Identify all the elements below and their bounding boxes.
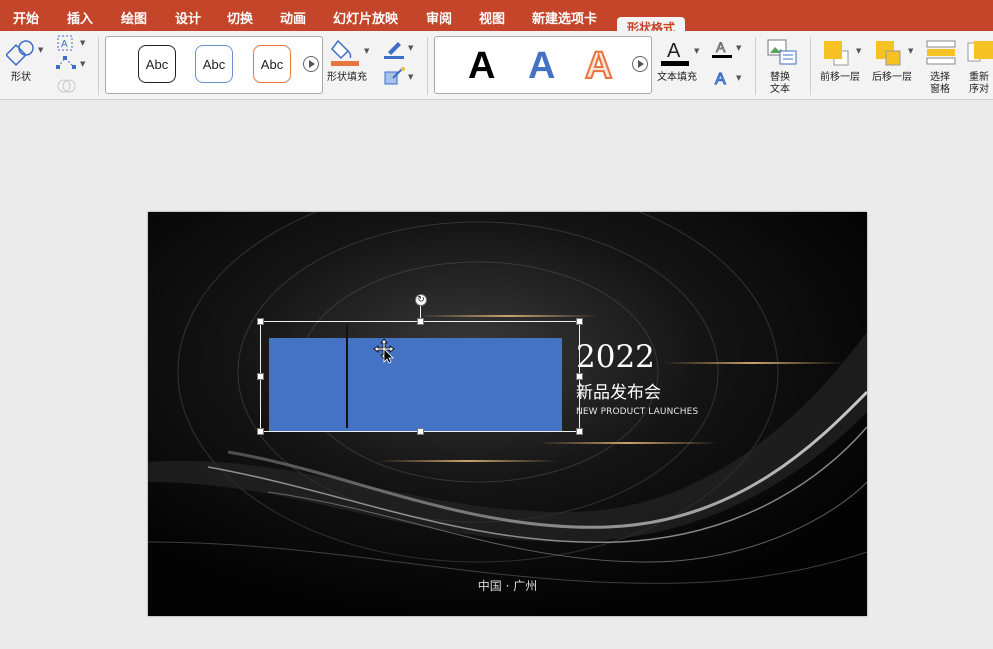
svg-text:A: A bbox=[667, 40, 681, 62]
chevron-down-icon[interactable]: ▼ bbox=[408, 44, 413, 52]
resize-handle-se[interactable] bbox=[576, 428, 583, 435]
slide-canvas[interactable]: 2022 新品发布会 NEW PRODUCT LAUNCHES 中国 · 广州 … bbox=[148, 212, 867, 616]
wordart-styles-gallery: A A A bbox=[434, 36, 652, 94]
svg-text:A: A bbox=[61, 39, 68, 50]
resize-handle-e[interactable] bbox=[576, 373, 583, 380]
tab-design[interactable]: 设计 bbox=[175, 8, 201, 27]
move-cursor-icon bbox=[373, 338, 395, 364]
chevron-down-icon[interactable]: ▼ bbox=[856, 47, 861, 55]
alt-text-label-2[interactable]: 文本 bbox=[770, 84, 790, 95]
shape-effects-icon[interactable] bbox=[383, 66, 407, 86]
chevron-down-icon[interactable]: ▼ bbox=[38, 46, 43, 54]
bring-forward-label[interactable]: 前移一层 bbox=[820, 72, 860, 84]
bring-forward-icon[interactable] bbox=[822, 39, 850, 67]
text-effects-icon[interactable]: A bbox=[711, 67, 733, 89]
tab-view[interactable]: 视图 bbox=[479, 8, 505, 27]
reorder-objects-icon[interactable] bbox=[966, 39, 993, 67]
merge-shapes-icon bbox=[57, 79, 76, 93]
ribbon-separator bbox=[98, 37, 99, 95]
svg-text:A: A bbox=[715, 71, 726, 88]
resize-handle-ne[interactable] bbox=[576, 318, 583, 325]
ribbon-separator bbox=[755, 37, 756, 95]
reorder-label-2[interactable]: 序对 bbox=[969, 84, 989, 95]
resize-handle-sw[interactable] bbox=[257, 428, 264, 435]
shape-style-dark[interactable]: Abc bbox=[138, 45, 176, 83]
tab-insert[interactable]: 插入 bbox=[67, 8, 93, 27]
gallery-more-icon[interactable] bbox=[303, 56, 319, 72]
send-backward-label[interactable]: 后移一层 bbox=[872, 72, 912, 84]
ribbon-separator bbox=[810, 37, 811, 95]
svg-text:A: A bbox=[716, 39, 726, 55]
wordart-style-blue[interactable]: A bbox=[528, 43, 555, 89]
edit-points-icon[interactable] bbox=[55, 55, 77, 71]
selection-pane-label-2[interactable]: 窗格 bbox=[930, 84, 950, 95]
wordart-style-orange[interactable]: A bbox=[584, 43, 613, 89]
tab-draw[interactable]: 绘图 bbox=[121, 8, 147, 27]
chevron-down-icon[interactable]: ▼ bbox=[908, 47, 913, 55]
selection-box bbox=[260, 321, 580, 432]
edit-shape-icon[interactable]: A bbox=[55, 34, 77, 52]
reorder-label-1[interactable]: 重新 bbox=[969, 72, 989, 83]
chevron-down-icon[interactable]: ▼ bbox=[80, 60, 85, 68]
chevron-down-icon[interactable]: ▼ bbox=[408, 73, 413, 81]
shape-style-orange[interactable]: Abc bbox=[253, 45, 291, 83]
ribbon-tab-bar: 开始 插入 绘图 设计 切换 动画 幻灯片放映 审阅 视图 新建选项卡 形状格式 bbox=[0, 0, 993, 33]
alt-text-icon[interactable] bbox=[766, 38, 798, 66]
shape-style-blue[interactable]: Abc bbox=[195, 45, 233, 83]
rotate-handle-icon[interactable]: ↻ bbox=[415, 294, 427, 306]
chevron-down-icon[interactable]: ▼ bbox=[694, 47, 699, 55]
shape-styles-gallery: Abc Abc Abc bbox=[105, 36, 323, 94]
wordart-style-black[interactable]: A bbox=[468, 43, 495, 89]
tab-new-tab[interactable]: 新建选项卡 bbox=[532, 8, 597, 27]
chevron-down-icon[interactable]: ▼ bbox=[736, 44, 741, 52]
shape-outline-icon[interactable] bbox=[382, 38, 406, 60]
chevron-down-icon[interactable]: ▼ bbox=[80, 39, 85, 47]
tab-transitions[interactable]: 切换 bbox=[227, 8, 253, 27]
shape-fill-label[interactable]: 形状填充 bbox=[327, 72, 367, 84]
shape-label[interactable]: 形状 bbox=[11, 72, 31, 84]
gallery-more-icon[interactable] bbox=[632, 56, 648, 72]
tab-home[interactable]: 开始 bbox=[13, 8, 39, 27]
powerpoint-window: 开始 插入 绘图 设计 切换 动画 幻灯片放映 审阅 视图 新建选项卡 形状格式… bbox=[0, 0, 993, 649]
tab-slideshow[interactable]: 幻灯片放映 bbox=[333, 8, 398, 27]
resize-handle-w[interactable] bbox=[257, 373, 264, 380]
alt-text-label-1[interactable]: 替换 bbox=[770, 72, 790, 83]
slide-footer-location[interactable]: 中国 · 广州 bbox=[148, 578, 867, 594]
text-outline-icon[interactable]: A bbox=[710, 37, 734, 61]
chevron-down-icon[interactable]: ▼ bbox=[364, 47, 369, 55]
resize-handle-n[interactable] bbox=[417, 318, 424, 325]
slide-subtitle[interactable]: 新品发布会 bbox=[576, 382, 661, 404]
ribbon: ▼ 形状 A ▼ ▼ Abc Abc Abc ▼ 形状填充 ▼ ▼ A A A … bbox=[0, 31, 993, 100]
chevron-down-icon[interactable]: ▼ bbox=[736, 74, 741, 82]
send-backward-icon[interactable] bbox=[874, 39, 902, 67]
paint-bucket-icon[interactable] bbox=[330, 37, 360, 67]
resize-handle-s[interactable] bbox=[417, 428, 424, 435]
tab-animations[interactable]: 动画 bbox=[280, 8, 306, 27]
tab-review[interactable]: 审阅 bbox=[426, 8, 452, 27]
slide-english-title[interactable]: NEW PRODUCT LAUNCHES bbox=[576, 406, 698, 418]
selection-pane-icon[interactable] bbox=[926, 39, 956, 67]
slide-year-title[interactable]: 2022 bbox=[576, 338, 655, 376]
selection-pane-label-1[interactable]: 选择 bbox=[930, 72, 950, 83]
shapes-icon[interactable] bbox=[6, 38, 36, 66]
resize-handle-nw[interactable] bbox=[257, 318, 264, 325]
ribbon-separator bbox=[427, 37, 428, 95]
text-fill-icon[interactable]: A bbox=[660, 37, 690, 67]
text-fill-label[interactable]: 文本填充 bbox=[657, 72, 697, 84]
